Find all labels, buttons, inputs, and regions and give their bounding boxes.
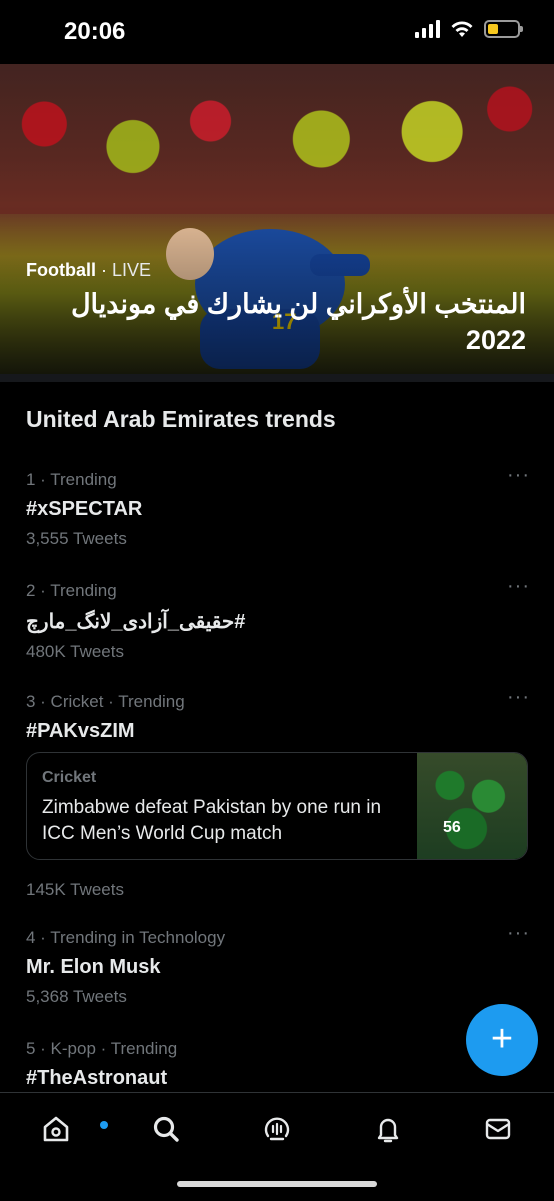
battery-icon: [484, 20, 523, 38]
trend-name: #xSPECTAR: [26, 498, 143, 520]
more-options-icon[interactable]: ···: [507, 922, 530, 945]
hero-headline: المنتخب الأوكراني لن يشارك في مونديال 20…: [70, 289, 526, 355]
spaces-icon: [264, 1117, 290, 1141]
hero-banner[interactable]: 17 Football · LIVE المنتخب الأوكراني لن …: [0, 64, 554, 374]
more-options-icon[interactable]: ···: [507, 686, 530, 709]
home-unread-dot: [100, 1121, 108, 1129]
news-thumbnail: 56: [417, 753, 527, 859]
thumb-jersey-number: 56: [443, 819, 461, 836]
tab-messages[interactable]: [478, 1109, 518, 1149]
trend-name: Mr. Elon Musk: [26, 956, 161, 978]
news-card[interactable]: Cricket Zimbabwe defeat Pakistan by one …: [26, 752, 528, 860]
more-options-icon[interactable]: ···: [507, 464, 530, 487]
trends-section-title: United Arab Emirates trends: [26, 406, 336, 432]
hero-topic: Football: [26, 260, 96, 280]
tab-spaces[interactable]: [257, 1109, 297, 1149]
tab-notifications[interactable]: [368, 1109, 408, 1149]
trend-meta: 1 · Trending: [26, 470, 117, 489]
trend-tweet-count: 480K Tweets: [26, 642, 124, 661]
trend-item[interactable]: 5 · K-pop · Trending #TheAstronaut: [26, 1039, 530, 1090]
hero-live-label: LIVE: [112, 260, 152, 280]
trend-item-count: 145K Tweets: [26, 872, 530, 900]
trend-meta: 5 · K-pop · Trending: [26, 1039, 178, 1058]
tab-search[interactable]: [146, 1109, 186, 1149]
trend-name: #PAKvsZIM: [26, 720, 135, 742]
more-options-icon[interactable]: ···: [507, 575, 530, 598]
trend-meta: 4 · Trending in Technology: [26, 928, 226, 947]
trend-item[interactable]: 2 · Trending #حقيقی_آزادی_لانگ_مارچ 480K…: [26, 575, 530, 662]
trend-item[interactable]: 3 · Cricket · Trending #PAKvsZIM ···: [26, 686, 530, 743]
wifi-icon: [451, 21, 473, 37]
news-headline: Zimbabwe defeat Pakistan by one run in I…: [42, 797, 382, 844]
trend-tweet-count: 5,368 Tweets: [26, 987, 127, 1006]
notifications-icon: [377, 1118, 399, 1143]
hero-meta: Football · LIVE: [26, 260, 152, 280]
home-icon: [43, 1116, 69, 1142]
messages-icon: [485, 1118, 511, 1140]
news-category: Cricket: [42, 769, 97, 786]
section-divider: [0, 374, 554, 382]
tab-home[interactable]: [36, 1109, 108, 1149]
status-time: 20:06: [64, 18, 126, 45]
trend-tweet-count: 145K Tweets: [26, 880, 124, 899]
trend-item[interactable]: 1 · Trending #xSPECTAR 3,555 Tweets ···: [26, 464, 530, 549]
cellular-signal-icon: [415, 20, 440, 38]
home-indicator[interactable]: [177, 1181, 377, 1187]
status-bar: 20:06: [0, 0, 554, 64]
trend-meta: 3 · Cricket · Trending: [26, 692, 185, 711]
search-icon: [153, 1116, 179, 1142]
trend-meta: 2 · Trending: [26, 581, 117, 600]
status-icons: [415, 20, 523, 38]
trend-tweet-count: 3,555 Tweets: [26, 529, 127, 548]
trend-name: #حقيقی_آزادی_لانگ_مارچ: [26, 611, 246, 633]
trend-item[interactable]: 4 · Trending in Technology Mr. Elon Musk…: [26, 922, 530, 1007]
trend-name: #TheAstronaut: [26, 1067, 168, 1089]
compose-tweet-button[interactable]: +: [466, 1004, 538, 1076]
